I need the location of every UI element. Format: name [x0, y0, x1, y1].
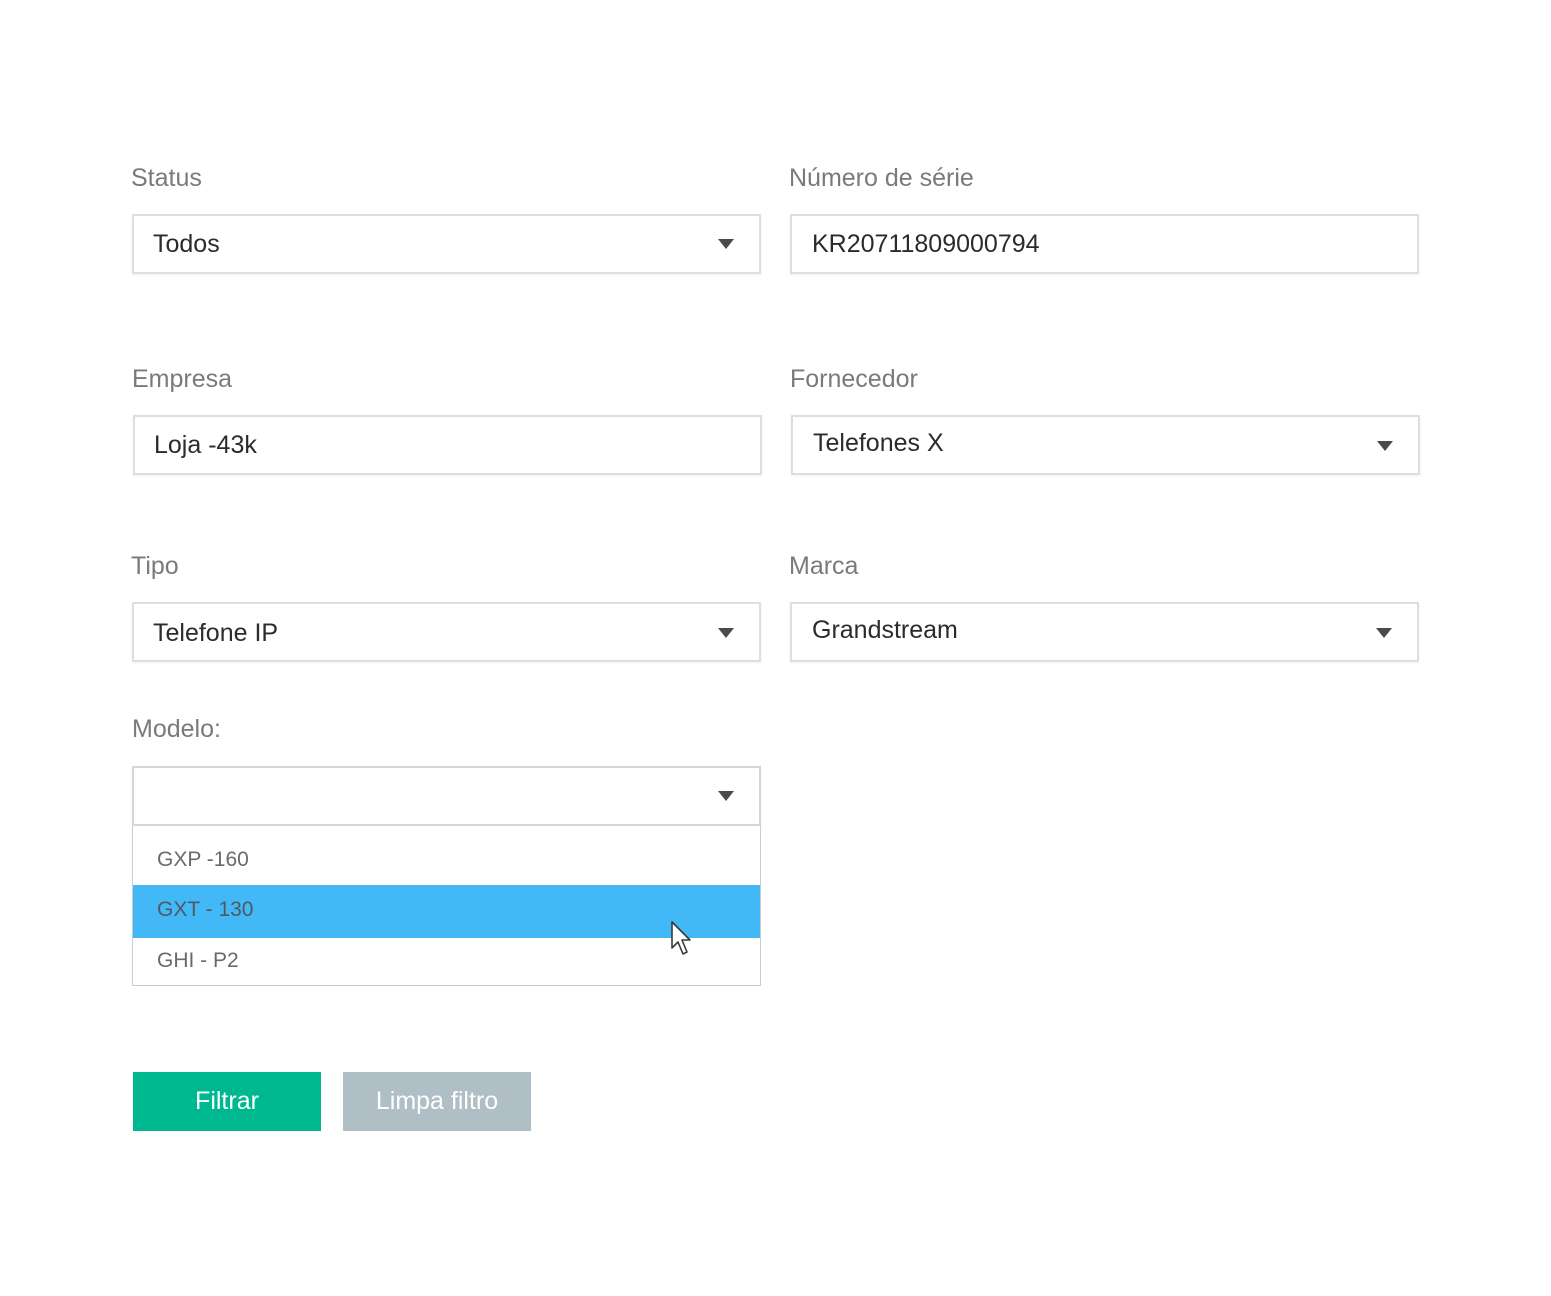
tipo-select[interactable]: Telefone IP: [132, 602, 761, 662]
modelo-label: Modelo:: [132, 715, 221, 743]
modelo-option[interactable]: GHI - P2: [133, 938, 760, 984]
modelo-option[interactable]: GXP -160: [133, 835, 760, 885]
serial-number-input[interactable]: KR20711809000794: [790, 214, 1419, 274]
status-select[interactable]: Todos: [132, 214, 761, 274]
marca-label: Marca: [789, 552, 859, 580]
serial-number-value: KR20711809000794: [812, 230, 1040, 258]
empresa-value: Loja -43k: [154, 431, 257, 459]
chevron-down-icon: [718, 791, 734, 801]
tipo-select-value: Telefone IP: [153, 619, 279, 647]
filter-button[interactable]: Filtrar: [133, 1072, 321, 1131]
status-select-value: Todos: [153, 230, 220, 258]
chevron-down-icon: [718, 628, 734, 638]
chevron-down-icon: [1377, 441, 1393, 451]
fornecedor-select-value: Telefones X: [813, 429, 944, 457]
marca-select[interactable]: Grandstream: [790, 602, 1419, 662]
mouse-pointer-icon: [671, 921, 691, 955]
fornecedor-label: Fornecedor: [790, 365, 918, 393]
empresa-label: Empresa: [132, 365, 233, 393]
chevron-down-icon: [718, 239, 734, 249]
modelo-select[interactable]: [132, 766, 761, 826]
status-label: Status: [131, 164, 202, 192]
modelo-dropdown-list: GXP -160 GXT - 130 GHI - P2: [132, 826, 761, 986]
modelo-option-highlighted[interactable]: GXT - 130: [133, 885, 760, 938]
marca-select-value: Grandstream: [812, 616, 958, 644]
empresa-input[interactable]: Loja -43k: [133, 415, 762, 475]
chevron-down-icon: [1376, 628, 1392, 638]
tipo-label: Tipo: [131, 552, 179, 580]
clear-filter-button[interactable]: Limpa filtro: [343, 1072, 531, 1131]
fornecedor-select[interactable]: Telefones X: [791, 415, 1420, 475]
serial-number-label: Número de série: [789, 164, 974, 192]
